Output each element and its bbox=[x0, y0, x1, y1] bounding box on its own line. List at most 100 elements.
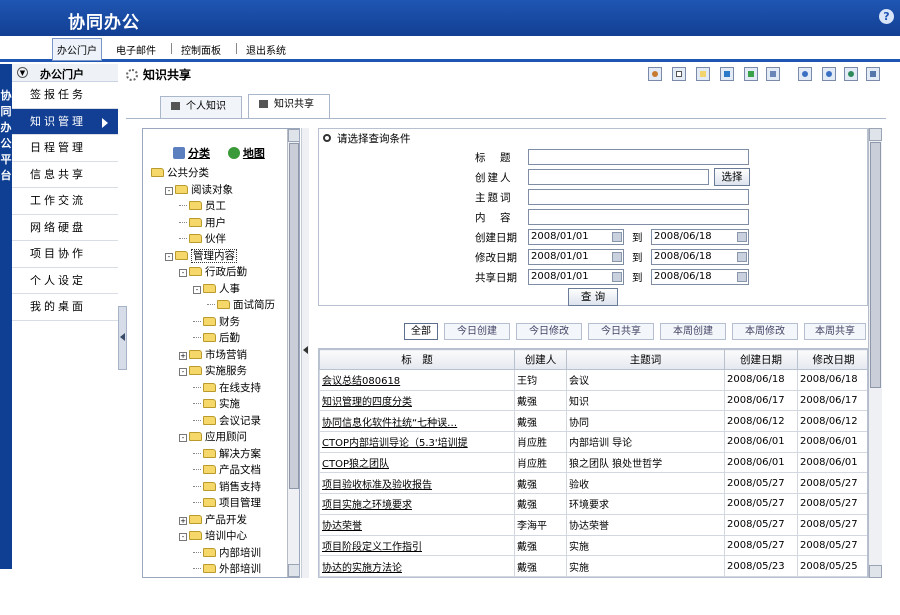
table-row[interactable]: CTOP内部培训导论（5.3'培训提 肖应胜 内部培训 导论 2008/06/01 20… bbox=[319, 431, 867, 453]
table-row[interactable]: 协达的实施方法论 戴强 实施 2008/05/23 2008/05/25 bbox=[319, 555, 867, 577]
tree-node[interactable]: 伙伴 bbox=[179, 231, 226, 247]
tab-personal-knowledge[interactable]: 个人知识 bbox=[160, 96, 242, 118]
shared-from-input[interactable]: 2008/01/01 bbox=[528, 269, 624, 285]
tree-map-link[interactable]: 地图 bbox=[243, 147, 265, 160]
scroll-down-arrow[interactable] bbox=[288, 564, 299, 577]
scroll-up-arrow[interactable] bbox=[869, 128, 882, 141]
nav-header[interactable]: ▼ 办公门户 bbox=[12, 64, 118, 82]
tree-node[interactable]: 财务 bbox=[193, 314, 240, 330]
help-icon[interactable]: ? bbox=[879, 9, 894, 24]
nav-item-my-desktop[interactable]: 我的桌面 bbox=[12, 294, 118, 321]
collapse-icon[interactable]: - bbox=[193, 285, 201, 294]
created-from-input[interactable]: 2008/01/01 bbox=[528, 229, 624, 245]
collapse-icon[interactable]: - bbox=[165, 252, 173, 261]
nav-collapse-handle[interactable] bbox=[118, 306, 127, 370]
scroll-thumb[interactable] bbox=[289, 143, 299, 489]
cell-title[interactable]: CTOP狼之团队 bbox=[319, 451, 515, 474]
creator-input[interactable] bbox=[528, 169, 709, 185]
column-header-created[interactable]: 创建日期 bbox=[724, 349, 798, 370]
collapse-icon[interactable]: - bbox=[179, 368, 187, 376]
cell-title[interactable]: CTOP内部培训导论（5.3'培训提 bbox=[319, 431, 515, 453]
column-header-topic[interactable]: 主题词 bbox=[566, 349, 725, 370]
cell-title[interactable]: 协达的实施方法论 bbox=[319, 555, 515, 577]
tree-node[interactable]: 外部培训 bbox=[193, 561, 261, 577]
tree-node[interactable]: - 阅读对象 bbox=[165, 182, 233, 198]
nav-item-sign-tasks[interactable]: 签报任务 bbox=[12, 82, 118, 109]
monitor-icon[interactable] bbox=[720, 67, 734, 81]
calendar-icon[interactable] bbox=[612, 232, 622, 242]
settings-icon[interactable] bbox=[866, 67, 880, 81]
tree-node[interactable]: 产品文档 bbox=[193, 462, 261, 478]
modified-from-input[interactable]: 2008/01/01 bbox=[528, 249, 624, 265]
tree-node[interactable]: 内部培训 bbox=[193, 545, 261, 561]
table-row[interactable]: 协达荣誉 李海平 协达荣誉 2008/05/27 2008/05/27 bbox=[319, 513, 867, 536]
select-button[interactable]: 选择 bbox=[714, 168, 750, 186]
prev-icon[interactable] bbox=[798, 67, 812, 81]
collapse-icon[interactable]: - bbox=[179, 533, 187, 541]
tree-node[interactable]: 面试简历 bbox=[207, 297, 275, 313]
nav-item-info-share[interactable]: 信息共享 bbox=[12, 162, 118, 188]
column-header-title[interactable]: 标 题 bbox=[319, 349, 515, 370]
tab-knowledge-share[interactable]: 知识共享 bbox=[248, 94, 330, 118]
tree-node[interactable]: - 实施服务 bbox=[179, 363, 247, 379]
collapse-icon[interactable]: - bbox=[179, 434, 187, 442]
filter-week-created[interactable]: 本周创建 bbox=[660, 323, 726, 340]
shared-to-input[interactable]: 2008/06/18 bbox=[651, 269, 749, 285]
query-button[interactable]: 查 询 bbox=[568, 288, 618, 306]
filter-week-modified[interactable]: 本周修改 bbox=[732, 323, 798, 340]
content-scrollbar[interactable] bbox=[868, 128, 882, 578]
tree-node[interactable]: - 行政后勤 bbox=[179, 264, 247, 280]
tree-node[interactable]: 解决方案 bbox=[193, 446, 261, 462]
scroll-up-arrow[interactable] bbox=[288, 129, 299, 142]
copy-icon[interactable] bbox=[696, 67, 710, 81]
tree-node[interactable]: 销售支持 bbox=[193, 479, 261, 495]
calendar-icon[interactable] bbox=[612, 272, 622, 282]
collapse-icon[interactable]: - bbox=[165, 186, 173, 195]
topic-input[interactable] bbox=[528, 189, 749, 205]
menu-logout[interactable]: 退出系统 bbox=[243, 41, 289, 58]
table-row[interactable]: 项目阶段定义工作指引 戴强 实施 2008/05/27 2008/05/27 bbox=[319, 534, 867, 557]
nav-item-knowledge[interactable]: 知识管理 bbox=[12, 108, 118, 135]
nav-item-project[interactable]: 项目协作 bbox=[12, 241, 118, 268]
calendar-icon[interactable] bbox=[612, 252, 622, 262]
scroll-thumb[interactable] bbox=[870, 142, 881, 388]
tree-node[interactable]: 会议记录 bbox=[193, 413, 261, 429]
table-row[interactable]: 协同信息化软件社统“七种误… 戴强 协同 2008/06/12 2008/06/12 bbox=[319, 410, 867, 433]
filter-today-created[interactable]: 今日创建 bbox=[444, 323, 510, 340]
table-row[interactable]: CTOP狼之团队 肖应胜 狼之团队 狼处世哲学 2008/06/01 2008/06/0… bbox=[319, 451, 867, 474]
tree-scrollbar[interactable] bbox=[287, 129, 299, 577]
tree-node[interactable]: 后勤 bbox=[193, 330, 240, 346]
cell-title[interactable]: 协达荣誉 bbox=[319, 513, 515, 536]
cell-title[interactable]: 项目实施之环境要求 bbox=[319, 493, 515, 515]
calendar-icon[interactable] bbox=[737, 272, 747, 282]
cell-title[interactable]: 知识管理的四度分类 bbox=[319, 389, 515, 412]
tree-node[interactable]: 实施 bbox=[193, 396, 240, 412]
nav-item-personal-settings[interactable]: 个人设定 bbox=[12, 268, 118, 294]
document-icon[interactable] bbox=[672, 67, 686, 81]
expand-icon[interactable]: + bbox=[179, 516, 187, 525]
pane-splitter[interactable] bbox=[301, 128, 309, 578]
filter-today-shared[interactable]: 今日共享 bbox=[588, 323, 654, 340]
table-row[interactable]: 项目实施之环境要求 戴强 环境要求 2008/05/27 2008/05/27 bbox=[319, 493, 867, 515]
tree-node[interactable]: 项目管理 bbox=[193, 495, 261, 511]
content-input[interactable] bbox=[528, 209, 749, 225]
cell-title[interactable]: 项目验收标准及验收报告 bbox=[319, 472, 515, 495]
tree-node[interactable]: - 管理内容 bbox=[165, 248, 237, 264]
column-header-creator[interactable]: 创建人 bbox=[514, 349, 567, 370]
tree-node[interactable]: 在线支持 bbox=[193, 380, 261, 396]
tree-node[interactable]: + 市场营销 bbox=[179, 347, 247, 363]
title-input[interactable] bbox=[528, 149, 749, 165]
collapse-icon[interactable]: - bbox=[179, 269, 187, 277]
tree-node[interactable]: 公共分类 bbox=[151, 165, 209, 181]
back-icon[interactable] bbox=[766, 67, 780, 81]
tree-category-link[interactable]: 分类 bbox=[188, 147, 210, 160]
nav-item-net-disk[interactable]: 网络硬盘 bbox=[12, 215, 118, 241]
filter-today-modified[interactable]: 今日修改 bbox=[516, 323, 582, 340]
tree-node[interactable]: - 培训中心 bbox=[179, 528, 247, 544]
nav-item-schedule[interactable]: 日程管理 bbox=[12, 135, 118, 162]
calendar-icon[interactable] bbox=[737, 232, 747, 242]
tree-node[interactable]: - 应用顾问 bbox=[179, 429, 247, 445]
nav-item-work-exchange[interactable]: 工作交流 bbox=[12, 188, 118, 215]
cell-title[interactable]: 项目阶段定义工作指引 bbox=[319, 534, 515, 557]
cell-title[interactable]: 协同信息化软件社统“七种误… bbox=[319, 410, 515, 433]
